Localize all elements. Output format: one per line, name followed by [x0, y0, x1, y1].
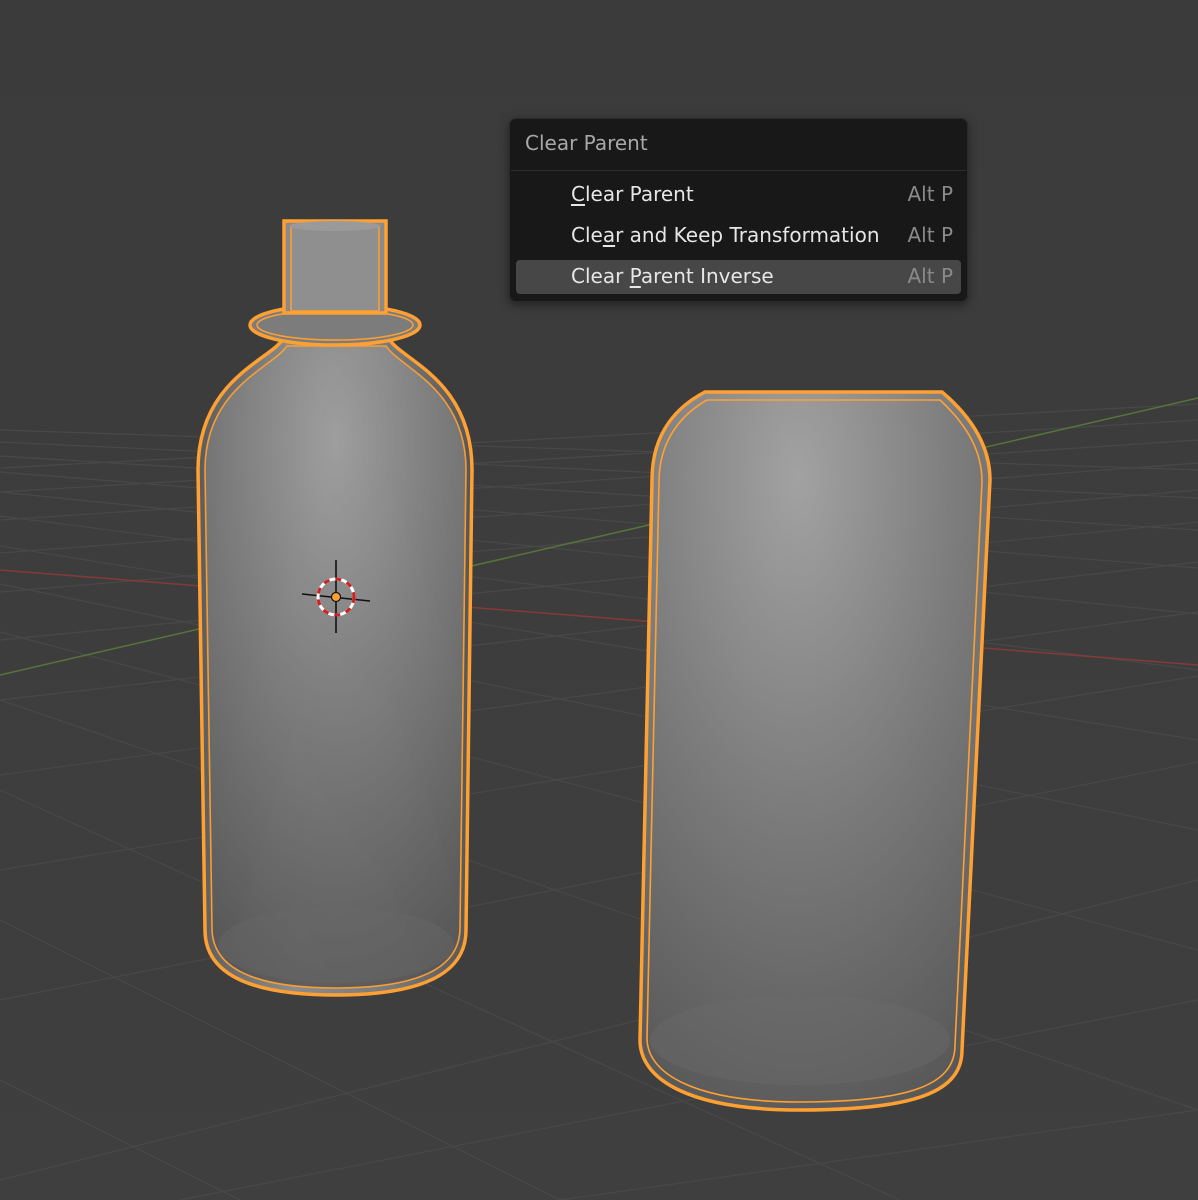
menu-title: Clear Parent [525, 131, 648, 155]
menu-item-shortcut: Alt P [907, 182, 954, 206]
menu-item-clear-parent[interactable]: Clear Parent Alt P [516, 178, 961, 212]
can-object[interactable] [638, 390, 992, 1112]
menu-item-label: Clear Parent [571, 182, 694, 206]
menu-item-label: Clear and Keep Transformation [571, 223, 880, 247]
menu-item-shortcut: Alt P [907, 264, 954, 288]
menu-item-label: Clear Parent Inverse [571, 264, 774, 288]
clear-parent-menu: Clear Parent Clear Parent Alt P Clear an… [509, 118, 968, 302]
menu-item-shortcut: Alt P [907, 223, 954, 247]
menu-item-clear-parent-inverse[interactable]: Clear Parent Inverse Alt P [516, 260, 961, 294]
menu-divider [511, 170, 966, 171]
menu-item-clear-and-keep-transformation[interactable]: Clear and Keep Transformation Alt P [516, 219, 961, 253]
